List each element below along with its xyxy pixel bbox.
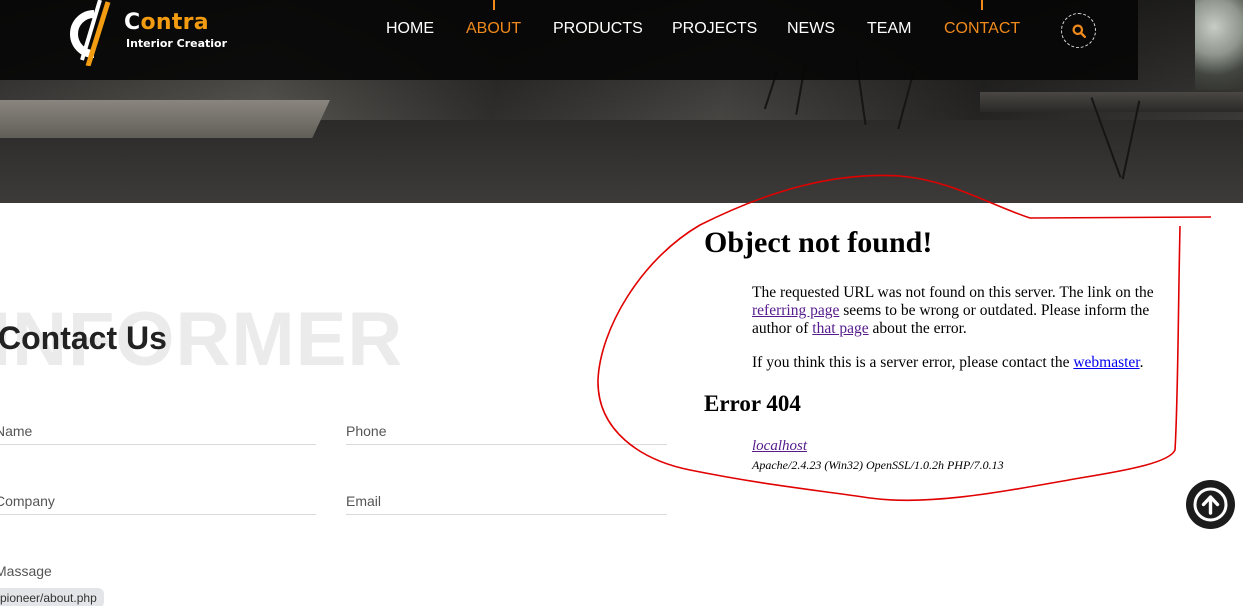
status-url-chip: pioneer/about.php <box>0 588 104 606</box>
hero-bench <box>0 100 331 138</box>
nav-projects[interactable]: PROJECTS <box>672 20 757 38</box>
hero-plant <box>1195 0 1243 90</box>
that-page-link[interactable]: that page <box>812 320 868 337</box>
error-code: Error 404 <box>704 391 801 416</box>
nav-contact[interactable]: CONTACT <box>944 0 1020 38</box>
message-field-label: Massage <box>0 563 52 579</box>
phone-field-label: Phone <box>346 423 387 439</box>
nav-about[interactable]: ABOUT <box>466 0 521 38</box>
error-text: The requested URL was not found on this … <box>752 284 1154 301</box>
referring-page-link[interactable]: referring page <box>752 302 839 319</box>
top-navigation-bar: Contra Interior Creatior HOME ABOUT PROD… <box>0 0 1138 80</box>
webmaster-link[interactable]: webmaster <box>1073 354 1139 371</box>
company-field-label: Company <box>0 493 55 509</box>
active-indicator <box>492 0 495 10</box>
scroll-to-top-button[interactable] <box>1186 480 1235 529</box>
error-text: If you think this is a server error, ple… <box>752 354 1070 371</box>
error-title: Object not found! <box>704 226 933 259</box>
hero-table <box>980 92 1243 112</box>
search-button[interactable] <box>1061 13 1096 48</box>
localhost-link[interactable]: localhost <box>752 438 807 454</box>
error-text: . <box>1139 354 1144 371</box>
phone-field[interactable]: Phone <box>346 415 667 445</box>
main-nav: HOME ABOUT PRODUCTS PROJECTS NEWS TEAM C… <box>0 0 1138 80</box>
active-indicator <box>981 0 984 10</box>
nav-home[interactable]: HOME <box>386 20 434 38</box>
contact-title: Contact Us <box>0 320 167 356</box>
nav-team[interactable]: TEAM <box>867 20 911 38</box>
server-signature: Apache/2.4.23 (Win32) OpenSSL/1.0.2h PHP… <box>752 458 1004 472</box>
error-text: about the error. <box>872 320 967 337</box>
company-field[interactable]: Company <box>0 485 316 515</box>
nav-products[interactable]: PRODUCTS <box>553 20 643 38</box>
error-message: The requested URL was not found on this … <box>752 284 1172 338</box>
name-field[interactable]: Name <box>0 415 316 445</box>
name-field-label: Name <box>0 423 33 439</box>
message-field[interactable]: Massage <box>0 555 316 585</box>
arrow-up-circle-icon <box>1193 487 1228 522</box>
email-field-label: Email <box>346 493 382 509</box>
hero-banner: Contra Interior Creatior HOME ABOUT PROD… <box>0 0 1243 203</box>
search-icon <box>1072 24 1086 38</box>
email-field[interactable]: Email <box>346 485 667 515</box>
error-contact-message: If you think this is a server error, ple… <box>752 354 1172 372</box>
nav-news[interactable]: NEWS <box>787 20 835 38</box>
error-host: localhost <box>752 438 807 455</box>
